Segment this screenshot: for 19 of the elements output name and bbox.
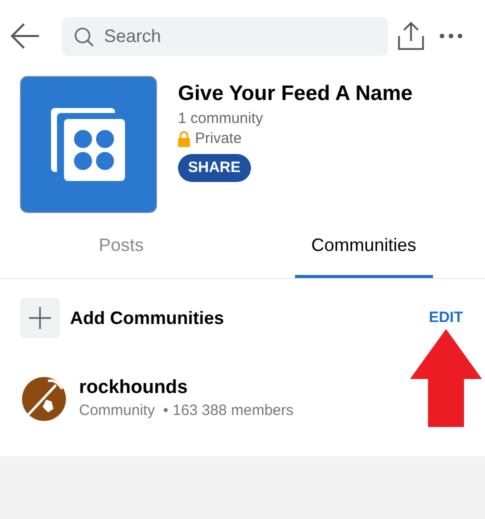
community-meta: Community • 163 388 members xyxy=(79,400,294,420)
community-avatar-icon xyxy=(22,376,66,420)
tab[interactable]: Communities xyxy=(294,216,433,278)
share-button[interactable]: SHARE xyxy=(178,154,251,182)
search-icon xyxy=(74,26,94,46)
community-name[interactable]: rockhounds xyxy=(79,376,294,400)
privacy-label: Private xyxy=(195,129,242,149)
add-icon[interactable] xyxy=(20,298,60,338)
lock-icon xyxy=(178,131,190,147)
add-communities-label[interactable]: Add Communities xyxy=(70,304,224,332)
search-field[interactable]: Search xyxy=(62,16,388,56)
edit-button[interactable]: EDIT xyxy=(428,306,463,330)
feed-icon xyxy=(20,76,157,213)
share-icon[interactable] xyxy=(397,21,425,51)
tab[interactable]: Posts xyxy=(52,216,190,278)
feed-title: Give Your Feed A Name xyxy=(178,81,413,107)
more-icon[interactable] xyxy=(439,33,463,39)
community-count: 1 community xyxy=(178,109,264,129)
back-icon[interactable] xyxy=(10,22,40,50)
